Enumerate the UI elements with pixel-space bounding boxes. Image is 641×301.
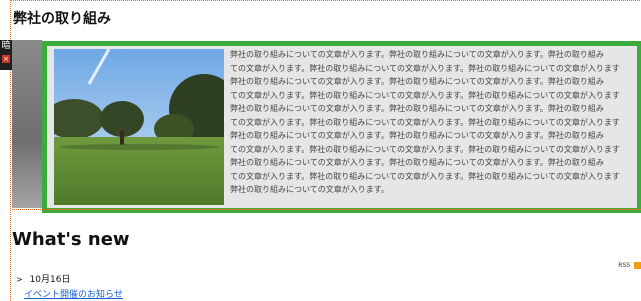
rss-link[interactable]: RSS xyxy=(618,262,641,269)
feature-slide: 弊社の取り組みについての文章が入ります。弊社の取り組みについての文章が入ります。… xyxy=(42,41,641,213)
news-item-date: > 10月16日 xyxy=(16,272,70,285)
side-tab-label: 暗 xyxy=(1,41,11,51)
section-divider xyxy=(12,209,641,210)
feature-body-text: 弊社の取り組みについての文章が入ります。弊社の取り組みについての文章が入ります。… xyxy=(230,50,620,194)
news-item-link[interactable]: イベント開催のお知らせ xyxy=(24,287,123,300)
feature-photo xyxy=(54,49,224,205)
news-date-text: 10月16日 xyxy=(29,275,71,285)
section-title: 弊社の取り組み xyxy=(13,11,111,27)
rss-label: RSS xyxy=(618,262,631,269)
carousel-prev-slide xyxy=(12,40,42,208)
whats-new-title: What's new xyxy=(12,229,130,250)
close-icon[interactable]: × xyxy=(2,55,10,63)
chevron-right-icon: > xyxy=(16,275,23,284)
rss-icon xyxy=(634,262,641,269)
side-tab[interactable]: 暗 × xyxy=(0,40,12,70)
park-image xyxy=(54,49,224,205)
